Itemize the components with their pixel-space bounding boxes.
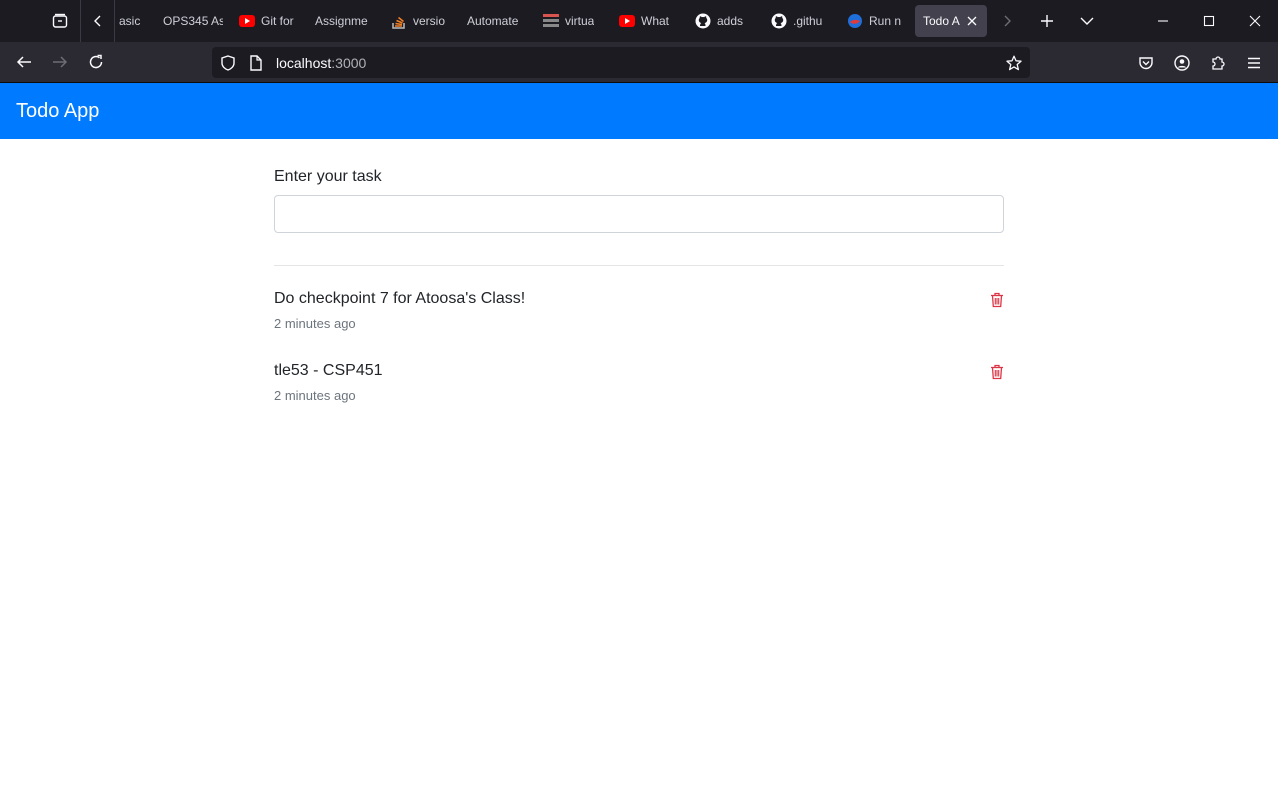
url-host: localhost bbox=[276, 54, 332, 71]
bookmark-star-icon[interactable] bbox=[998, 55, 1030, 71]
close-window-button[interactable] bbox=[1232, 0, 1278, 42]
tab[interactable]: .githu bbox=[763, 5, 839, 37]
todo-text: tle53 - CSP451 bbox=[274, 362, 383, 379]
stackoverflow-icon bbox=[391, 13, 407, 29]
tab[interactable]: asic bbox=[115, 5, 151, 37]
firefox-view-button[interactable] bbox=[39, 0, 81, 42]
url-port: :3000 bbox=[331, 54, 367, 71]
plus-icon bbox=[1041, 15, 1053, 27]
pocket-button[interactable] bbox=[1128, 47, 1164, 79]
tab-label: .githu bbox=[793, 14, 823, 28]
maximize-icon bbox=[1203, 15, 1215, 27]
tab[interactable]: Git for bbox=[231, 5, 307, 37]
shield-icon[interactable] bbox=[214, 54, 242, 71]
tab-list: asic OPS345 As Git for Assignme versio A… bbox=[115, 0, 1107, 42]
tab-label: virtua bbox=[565, 14, 595, 28]
close-icon bbox=[1249, 15, 1261, 27]
tab[interactable]: virtua bbox=[535, 5, 611, 37]
todo-item: Do checkpoint 7 for Atoosa's Class! 2 mi… bbox=[274, 290, 1004, 362]
tab[interactable]: adds bbox=[687, 5, 763, 37]
chevron-left-icon bbox=[93, 15, 100, 27]
browser-toolbar: localhost:3000 bbox=[0, 42, 1278, 83]
url-text: localhost:3000 bbox=[276, 55, 366, 71]
github-icon bbox=[695, 13, 711, 29]
arrow-left-icon bbox=[16, 56, 31, 68]
tab[interactable]: Run n bbox=[839, 5, 915, 37]
tab-label: Automate bbox=[467, 14, 519, 28]
todo-timestamp: 2 minutes ago bbox=[274, 316, 356, 331]
todo-list: Do checkpoint 7 for Atoosa's Class! 2 mi… bbox=[274, 290, 1004, 434]
close-tab-icon[interactable] bbox=[966, 14, 979, 28]
back-button[interactable] bbox=[6, 46, 42, 78]
tab-scroll-left-button[interactable] bbox=[81, 0, 115, 42]
minimize-icon bbox=[1158, 20, 1168, 22]
youtube-icon bbox=[239, 13, 255, 29]
tab-label: OPS345 As bbox=[163, 14, 223, 28]
reload-button[interactable] bbox=[78, 46, 114, 78]
tab-label: Run n bbox=[869, 14, 902, 28]
account-icon bbox=[1174, 54, 1190, 71]
globe-icon bbox=[847, 13, 863, 29]
address-bar[interactable]: localhost:3000 bbox=[212, 47, 1030, 78]
browser-tab-strip: asic OPS345 As Git for Assignme versio A… bbox=[0, 0, 1278, 42]
arrow-right-icon bbox=[53, 56, 68, 68]
puzzle-icon bbox=[1212, 55, 1225, 70]
todo-container: Enter your task Do checkpoint 7 for Atoo… bbox=[274, 139, 1004, 434]
tab-label: Git for bbox=[261, 14, 294, 28]
todo-timestamp: 2 minutes ago bbox=[274, 388, 356, 403]
tab-label: Assignme bbox=[315, 14, 368, 28]
tab[interactable]: versio bbox=[383, 5, 459, 37]
chevron-down-icon bbox=[1080, 17, 1094, 25]
app-navbar: Todo App bbox=[0, 83, 1278, 139]
pocket-icon bbox=[1139, 56, 1153, 69]
tab[interactable]: Assignme bbox=[307, 5, 383, 37]
account-button[interactable] bbox=[1164, 47, 1200, 79]
forward-button[interactable] bbox=[42, 46, 78, 78]
tab-label: Todo Ap bbox=[923, 14, 960, 28]
reload-icon bbox=[89, 54, 103, 69]
list-all-tabs-button[interactable] bbox=[1067, 0, 1107, 42]
tab[interactable]: OPS345 As bbox=[155, 5, 231, 37]
tab-label: asic bbox=[119, 14, 141, 28]
divider bbox=[274, 265, 1004, 266]
task-input-label: Enter your task bbox=[274, 168, 382, 185]
app-menu-button[interactable] bbox=[1236, 47, 1272, 79]
github-icon bbox=[771, 13, 787, 29]
extensions-button[interactable] bbox=[1200, 47, 1236, 79]
todo-text: Do checkpoint 7 for Atoosa's Class! bbox=[274, 290, 526, 307]
app-title[interactable]: Todo App bbox=[16, 100, 99, 123]
firefox-view-icon bbox=[52, 13, 67, 28]
hamburger-menu-icon bbox=[1248, 57, 1260, 68]
youtube-icon bbox=[619, 13, 635, 29]
tab-active[interactable]: Todo Ap bbox=[915, 5, 987, 37]
maximize-button[interactable] bbox=[1186, 0, 1232, 42]
chevron-right-icon bbox=[1004, 15, 1011, 27]
window-controls bbox=[1140, 0, 1278, 42]
toolbar-right bbox=[1128, 42, 1272, 83]
minimize-button[interactable] bbox=[1140, 0, 1186, 42]
tab[interactable]: Automate bbox=[459, 5, 535, 37]
todo-item: tle53 - CSP451 2 minutes ago bbox=[274, 362, 1004, 434]
tab-scroll-right-button[interactable] bbox=[987, 0, 1027, 42]
tab-label: versio bbox=[413, 14, 446, 28]
tab[interactable]: What bbox=[611, 5, 687, 37]
page-icon[interactable] bbox=[242, 54, 270, 71]
delete-trash-icon[interactable] bbox=[990, 364, 1004, 380]
new-tab-button[interactable] bbox=[1027, 0, 1067, 42]
task-input[interactable] bbox=[274, 195, 1004, 233]
delete-trash-icon[interactable] bbox=[990, 292, 1004, 308]
tab-label: adds bbox=[717, 14, 744, 28]
tab-label: What bbox=[641, 14, 670, 28]
grid-icon bbox=[543, 13, 559, 29]
